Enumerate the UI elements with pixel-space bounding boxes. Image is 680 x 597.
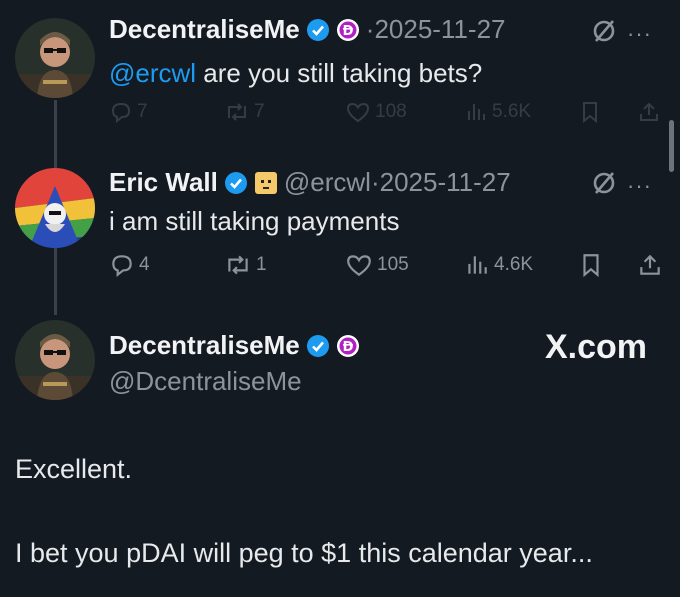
tweet-text: @ercwl are you still taking bets? <box>109 58 482 89</box>
repost-icon <box>228 103 246 121</box>
verified-badge-icon <box>306 334 330 358</box>
separator: · <box>365 14 375 44</box>
more-icon[interactable]: ··· <box>627 173 652 199</box>
share-icon <box>640 102 658 121</box>
author-handle-row: @DcentraliseMe <box>109 366 302 397</box>
thread-line <box>54 100 57 170</box>
repost-button[interactable]: 7 <box>224 97 265 127</box>
share-button[interactable] <box>637 97 661 127</box>
tweet-controls: ··· <box>591 170 652 201</box>
repost-icon <box>228 255 248 275</box>
grok-icon[interactable] <box>591 18 617 49</box>
reply-icon <box>111 102 131 124</box>
like-count: 105 <box>377 254 409 275</box>
tweet-date[interactable]: 2025-11-27 <box>374 14 505 45</box>
view-count: 4.6K <box>494 254 534 275</box>
avatar[interactable] <box>15 320 95 400</box>
repost-button[interactable]: 1 <box>224 250 267 280</box>
verified-badge-icon <box>224 171 248 195</box>
bookmark-icon <box>583 102 597 124</box>
tweet-header: DecentraliseMe D <box>109 330 360 361</box>
verified-badge-icon <box>306 18 330 42</box>
tweet-actions: 4 1 105 4.6K <box>109 250 664 280</box>
reply-button[interactable]: 4 <box>109 250 150 280</box>
thread-line <box>54 243 57 315</box>
more-icon[interactable]: ··· <box>627 21 652 47</box>
repost-count: 1 <box>256 254 267 275</box>
reply-count: 7 <box>137 101 148 122</box>
tweet-text-line: I bet you pDAI will peg to $1 this calen… <box>15 538 593 568</box>
reply-icon <box>112 255 132 278</box>
tweet-header: DecentraliseMe D · 2025-11-27 <box>109 14 506 45</box>
dai-token-icon: D <box>336 18 360 42</box>
bookmark-icon <box>583 254 599 278</box>
heart-icon <box>346 102 370 123</box>
scrollbar[interactable] <box>669 120 674 172</box>
views-button[interactable]: 5.6K <box>464 97 531 127</box>
author-handle[interactable]: @ercwl <box>284 167 371 198</box>
author-name[interactable]: DecentraliseMe <box>109 14 300 45</box>
heart-icon <box>347 255 371 277</box>
emoji-badge-icon <box>254 171 278 195</box>
author-name[interactable]: DecentraliseMe <box>109 330 300 361</box>
share-icon <box>640 254 660 275</box>
tweet-controls: ··· <box>591 18 652 49</box>
view-count: 5.6K <box>492 101 532 122</box>
brand-watermark: X.com <box>545 328 648 366</box>
author-handle[interactable]: @DcentraliseMe <box>109 366 302 397</box>
tweet-actions: 7 7 108 5.6K <box>109 97 664 127</box>
grok-icon[interactable] <box>591 170 617 201</box>
svg-text:D: D <box>342 24 353 39</box>
bookmark-button[interactable] <box>579 97 601 127</box>
avatar[interactable] <box>15 18 95 98</box>
avatar[interactable] <box>15 168 95 248</box>
tweet-body: are you still taking bets? <box>196 58 483 88</box>
views-button[interactable]: 4.6K <box>464 250 533 280</box>
author-name[interactable]: Eric Wall <box>109 167 218 198</box>
dai-token-icon: D <box>336 334 360 358</box>
reply-button[interactable]: 7 <box>109 97 148 127</box>
views-icon <box>468 256 487 274</box>
like-count: 108 <box>375 101 407 122</box>
tweet-date[interactable]: 2025-11-27 <box>380 167 511 198</box>
mention-link[interactable]: @ercwl <box>109 58 196 88</box>
svg-text:D: D <box>342 340 353 355</box>
tweet-text: i am still taking payments <box>109 206 400 236</box>
bookmark-button[interactable] <box>579 250 603 280</box>
separator: · <box>370 167 380 197</box>
views-icon <box>468 104 485 120</box>
like-button[interactable]: 108 <box>345 97 407 127</box>
repost-count: 7 <box>254 101 265 122</box>
like-button[interactable]: 105 <box>345 250 409 280</box>
tweet-header: Eric Wall @ercwl · 2025-11-27 <box>109 167 511 198</box>
tweet-text-line: Excellent. <box>15 454 133 484</box>
reply-count: 4 <box>139 254 150 275</box>
share-button[interactable] <box>637 250 663 280</box>
